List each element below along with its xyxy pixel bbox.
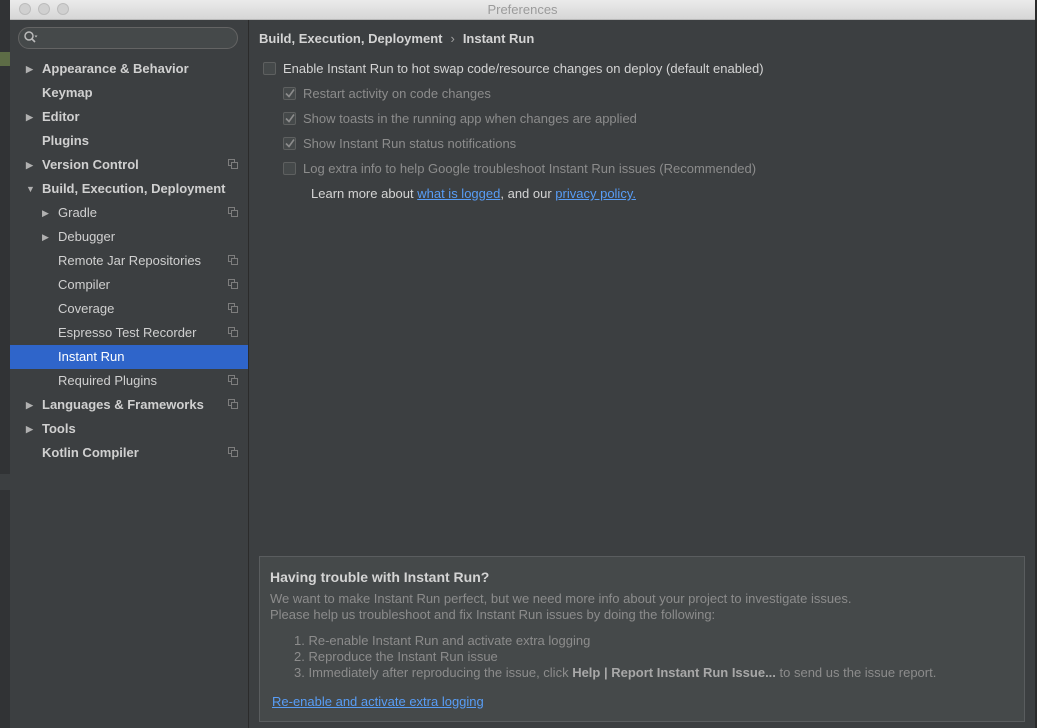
- step-3-prefix: 3. Immediately after reproducing the iss…: [294, 665, 573, 680]
- sidebar-item[interactable]: Keymap: [10, 81, 248, 105]
- sidebar-item-label: Languages & Frameworks: [42, 397, 204, 412]
- project-level-icon: [228, 375, 238, 385]
- project-level-icon: [228, 399, 238, 409]
- sidebar-item-label: Instant Run: [58, 349, 125, 364]
- sidebar-item[interactable]: ▶ Languages & Frameworks: [10, 393, 248, 417]
- sidebar-item[interactable]: ▶ Version Control: [10, 153, 248, 177]
- expand-arrow-right-icon[interactable]: ▶: [42, 225, 52, 249]
- project-level-icon: [228, 255, 238, 265]
- unchecked-checkbox-icon[interactable]: [283, 162, 296, 175]
- expand-arrow-right-icon[interactable]: ▶: [26, 105, 36, 129]
- sidebar-item-label: Plugins: [42, 133, 89, 148]
- project-level-icon: [228, 279, 238, 289]
- reenable-logging-link[interactable]: Re-enable and activate extra logging: [272, 694, 484, 709]
- background-window-edge: [0, 0, 10, 728]
- sidebar-item[interactable]: Coverage: [10, 297, 248, 321]
- sidebar-item-label: Coverage: [58, 301, 115, 316]
- settings-sidebar: ▶ Appearance & Behavior Keymap ▶ Editor Plugi…: [10, 20, 249, 728]
- learn-more-text: Learn more about what is logged, and our…: [311, 186, 636, 201]
- option-label[interactable]: Restart activity on code changes: [303, 85, 491, 103]
- settings-search-input[interactable]: [18, 27, 238, 49]
- breadcrumb-parent[interactable]: Build, Execution, Deployment: [259, 31, 442, 46]
- expand-arrow-right-icon[interactable]: ▶: [42, 201, 52, 225]
- sidebar-item[interactable]: ▶ Appearance & Behavior: [10, 57, 248, 81]
- sidebar-item[interactable]: Remote Jar Repositories: [10, 249, 248, 273]
- sidebar-item-label: Compiler: [58, 277, 111, 292]
- enable-instant-run-label[interactable]: Enable Instant Run to hot swap code/reso…: [283, 60, 764, 78]
- sidebar-item[interactable]: Espresso Test Recorder: [10, 321, 248, 345]
- sidebar-item[interactable]: Compiler: [10, 273, 248, 297]
- breadcrumb: Build, Execution, Deployment › Instant Run: [259, 31, 534, 46]
- trouble-step-3: 3. Immediately after reproducing the iss…: [294, 665, 936, 680]
- checked-checkbox-icon[interactable]: [283, 137, 296, 150]
- privacy-policy-link[interactable]: privacy policy.: [555, 186, 636, 201]
- sidebar-item-label: Appearance & Behavior: [42, 61, 189, 76]
- expand-arrow-right-icon[interactable]: ▶: [26, 417, 36, 441]
- sidebar-item-label: Required Plugins: [58, 373, 158, 388]
- what-is-logged-link[interactable]: what is logged: [417, 186, 500, 201]
- expand-arrow-right-icon[interactable]: ▶: [26, 153, 36, 177]
- trouble-title: Having trouble with Instant Run?: [270, 569, 490, 585]
- sidebar-item-label: Debugger: [58, 229, 116, 244]
- sidebar-item[interactable]: Plugins: [10, 129, 248, 153]
- expand-arrow-right-icon[interactable]: ▶: [26, 393, 36, 417]
- project-level-icon: [228, 327, 238, 337]
- search-icon[interactable]: [23, 30, 39, 46]
- option-label[interactable]: Log extra info to help Google troublesho…: [303, 160, 756, 178]
- sidebar-item-label: Editor: [42, 109, 80, 124]
- sidebar-item[interactable]: ▼ Build, Execution, Deployment: [10, 177, 248, 201]
- step-3-suffix: to send us the issue report.: [775, 665, 937, 680]
- sidebar-item[interactable]: ▶ Debugger: [10, 225, 248, 249]
- sidebar-item[interactable]: Kotlin Compiler: [10, 441, 248, 465]
- project-level-icon: [228, 207, 238, 217]
- background-editor-tab: [0, 52, 10, 66]
- sidebar-item-label: Version Control: [42, 157, 139, 172]
- sidebar-item-label: Gradle: [58, 205, 98, 220]
- checked-checkbox-icon[interactable]: [283, 87, 296, 100]
- learn-more-prefix: Learn more about: [311, 186, 418, 201]
- expand-arrow-right-icon[interactable]: ▶: [26, 57, 36, 81]
- breadcrumb-separator: ›: [450, 31, 455, 46]
- sidebar-item[interactable]: ▶ Gradle: [10, 201, 248, 225]
- sidebar-item-label: Espresso Test Recorder: [58, 325, 197, 340]
- sidebar-item-label: Keymap: [42, 85, 93, 100]
- project-level-icon: [228, 159, 238, 169]
- sidebar-item-label: Build, Execution, Deployment: [42, 181, 226, 196]
- checked-checkbox-icon[interactable]: [283, 112, 296, 125]
- window-title: Preferences: [487, 2, 558, 17]
- trouble-panel: Having trouble with Instant Run? We want…: [259, 556, 1025, 722]
- minimize-window-button[interactable]: [38, 3, 50, 15]
- zoom-window-button[interactable]: [57, 3, 69, 15]
- project-level-icon: [228, 447, 238, 457]
- sidebar-item-label: Remote Jar Repositories: [58, 253, 202, 268]
- settings-content: Build, Execution, Deployment › Instant Run…: [249, 20, 1035, 728]
- learn-more-middle: , and our: [500, 186, 556, 201]
- sidebar-item-label: Kotlin Compiler: [42, 445, 139, 460]
- background-editor-fragment: [0, 474, 10, 490]
- sidebar-item[interactable]: Required Plugins: [10, 369, 248, 393]
- trouble-text-line-2: Please help us troubleshoot and fix Inst…: [270, 607, 716, 622]
- sidebar-item[interactable]: Instant Run: [10, 345, 248, 369]
- checkbox-box[interactable]: [263, 62, 276, 75]
- trouble-text-line-1: We want to make Instant Run perfect, but…: [270, 591, 852, 606]
- sidebar-item-label: Tools: [42, 421, 76, 436]
- project-level-icon: [228, 303, 238, 313]
- option-label[interactable]: Show toasts in the running app when chan…: [303, 110, 637, 128]
- trouble-step-1: 1. Re-enable Instant Run and activate ex…: [294, 633, 591, 648]
- window-titlebar: Preferences: [10, 0, 1035, 20]
- close-window-button[interactable]: [19, 3, 31, 15]
- trouble-step-2: 2. Reproduce the Instant Run issue: [294, 649, 498, 664]
- sidebar-item[interactable]: ▶ Editor: [10, 105, 248, 129]
- expand-arrow-down-icon[interactable]: ▼: [26, 177, 36, 201]
- option-label[interactable]: Show Instant Run status notifications: [303, 135, 516, 153]
- breadcrumb-current: Instant Run: [462, 31, 535, 46]
- sidebar-item[interactable]: ▶ Tools: [10, 417, 248, 441]
- report-issue-menu-path: Help | Report Instant Run Issue...: [572, 665, 776, 680]
